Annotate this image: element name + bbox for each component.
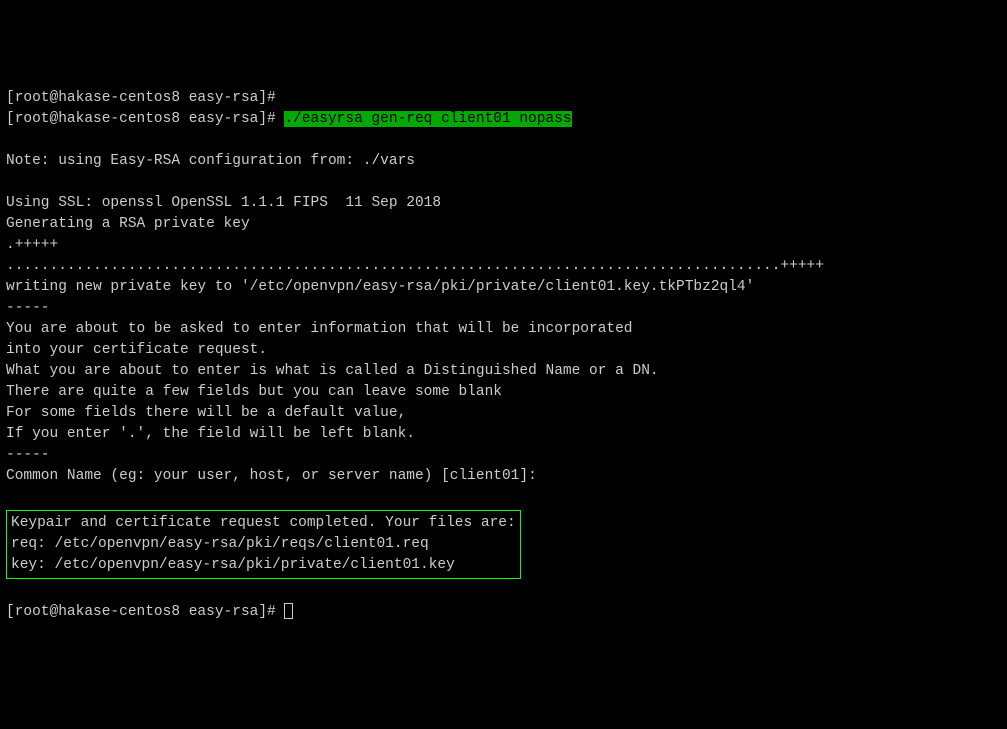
prompt-line: [root@hakase-centos8 easy-rsa]# xyxy=(6,90,276,106)
cursor-icon xyxy=(284,603,293,619)
output-line: ----- xyxy=(6,447,50,463)
box-line: req: /etc/openvpn/easy-rsa/pki/reqs/clie… xyxy=(11,536,429,552)
output-line: Common Name (eg: your user, host, or ser… xyxy=(6,468,537,484)
output-line: writing new private key to '/etc/openvpn… xyxy=(6,279,754,295)
prompt-line: [root@hakase-centos8 easy-rsa]# xyxy=(6,111,284,127)
output-line: into your certificate request. xyxy=(6,342,267,358)
output-line: There are quite a few fields but you can… xyxy=(6,384,502,400)
box-line: key: /etc/openvpn/easy-rsa/pki/private/c… xyxy=(11,557,455,573)
output-line: If you enter '.', the field will be left… xyxy=(6,426,415,442)
terminal-output[interactable]: [root@hakase-centos8 easy-rsa]# [root@ha… xyxy=(6,88,1001,623)
command-text: ./easyrsa gen-req client01 nopass xyxy=(284,111,571,127)
box-line: Keypair and certificate request complete… xyxy=(11,515,516,531)
result-box: Keypair and certificate request complete… xyxy=(6,510,521,579)
prompt-line: [root@hakase-centos8 easy-rsa]# xyxy=(6,604,284,620)
output-line: .+++++ xyxy=(6,237,58,253)
output-line: You are about to be asked to enter infor… xyxy=(6,321,633,337)
output-line: Using SSL: openssl OpenSSL 1.1.1 FIPS 11… xyxy=(6,195,441,211)
output-line: Generating a RSA private key xyxy=(6,216,250,232)
output-line: Note: using Easy-RSA configuration from:… xyxy=(6,153,415,169)
output-line: What you are about to enter is what is c… xyxy=(6,363,659,379)
output-line: For some fields there will be a default … xyxy=(6,405,406,421)
output-line: ........................................… xyxy=(6,258,824,274)
output-line: ----- xyxy=(6,300,50,316)
